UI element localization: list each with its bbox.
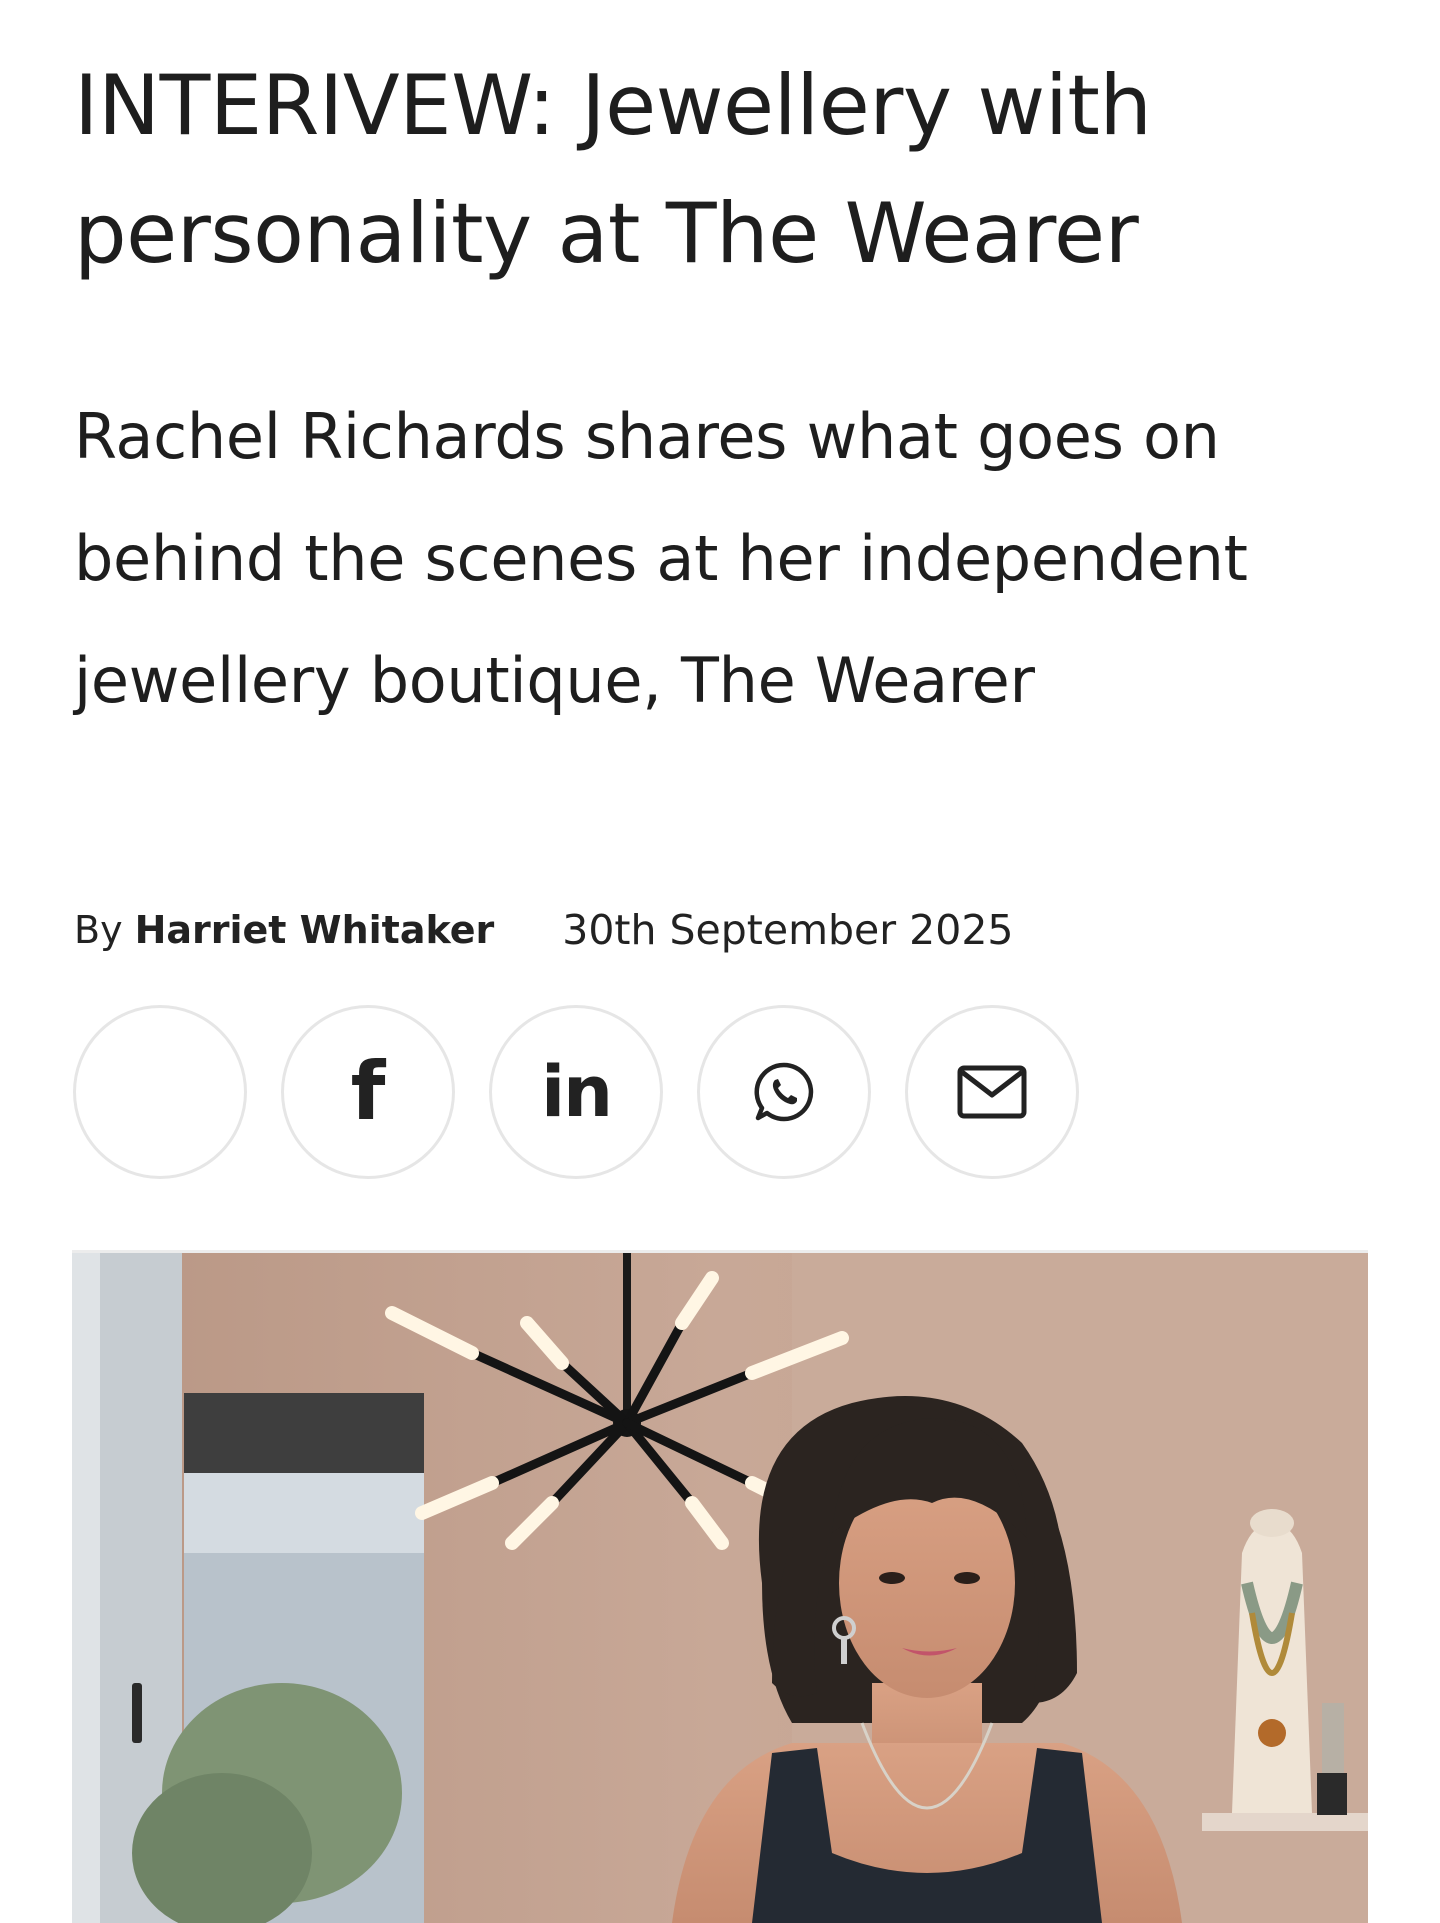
facebook-share-button[interactable]: f (281, 1005, 455, 1179)
whatsapp-icon (754, 1062, 814, 1122)
share-buttons: f in (73, 1005, 1079, 1179)
byline: By Harriet Whitaker 30th September 2025 (74, 900, 1014, 960)
hero-image (72, 1250, 1368, 1923)
author-link[interactable]: Harriet Whitaker (135, 908, 495, 952)
publish-date: 30th September 2025 (562, 906, 1014, 954)
whatsapp-share-button[interactable] (697, 1005, 871, 1179)
mail-icon (957, 1065, 1027, 1119)
article-standfirst: Rachel Richards shares what goes on behi… (74, 400, 1248, 717)
linkedin-share-button[interactable]: in (489, 1005, 663, 1179)
share-button-blank[interactable] (73, 1005, 247, 1179)
linkedin-icon: in (541, 1051, 613, 1133)
article-headline: INTERIVEW: Jewellery with personality at… (74, 57, 1152, 282)
byline-prefix: By (74, 908, 123, 952)
article-page: INTERIVEW: Jewellery with personality at… (0, 0, 1440, 1923)
email-share-button[interactable] (905, 1005, 1079, 1179)
facebook-icon: f (350, 1045, 386, 1138)
